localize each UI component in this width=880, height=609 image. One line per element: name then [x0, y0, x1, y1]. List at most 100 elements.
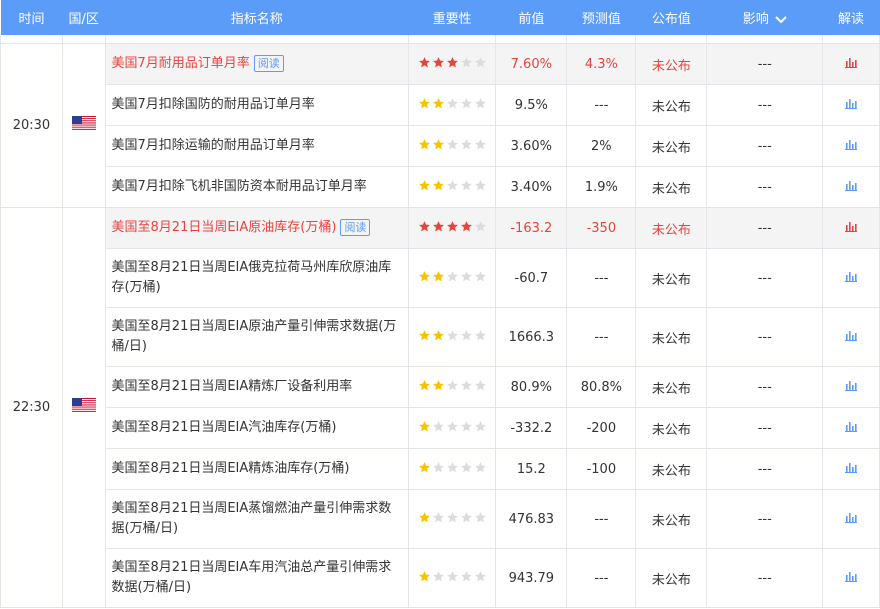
star-filled-icon	[418, 329, 430, 340]
previous-value: 476.83	[495, 489, 568, 549]
previous-value: -332.2	[495, 407, 568, 449]
interpret-cell[interactable]	[822, 407, 880, 449]
star-empty-icon	[474, 179, 486, 190]
indicator-name[interactable]: 美国至8月21日当周EIA汽油库存(万桶)	[112, 420, 337, 435]
star-empty-icon	[446, 138, 458, 149]
indicator-name-cell[interactable]: 美国7月扣除飞机非国防资本耐用品订单月率	[104, 166, 410, 208]
spacer-row	[0, 35, 880, 44]
chevron-down-icon[interactable]	[775, 15, 787, 24]
interpret-cell[interactable]	[822, 307, 880, 367]
star-filled-icon	[418, 461, 430, 472]
indicator-name-cell[interactable]: 美国至8月21日当周EIA蒸馏燃油产量引伸需求数据(万桶/日)	[104, 489, 410, 549]
bar-chart-icon[interactable]	[845, 271, 858, 282]
forecast-value: 2%	[566, 125, 637, 167]
star-filled-icon	[418, 270, 430, 281]
indicator-name[interactable]: 美国至8月21日当周EIA精炼厂设备利用率	[112, 379, 353, 394]
indicator-name[interactable]: 美国至8月21日当周EIA俄克拉荷马州库欣原油库存(万桶)	[112, 260, 392, 295]
actual-value: 未公布	[635, 248, 708, 308]
indicator-name-cell[interactable]: 美国至8月21日当周EIA原油库存(万桶) 阅读	[104, 207, 410, 249]
indicator-name-cell[interactable]: 美国至8月21日当周EIA精炼厂设备利用率	[104, 366, 410, 408]
actual-value: 未公布	[635, 166, 708, 208]
star-empty-icon	[474, 420, 486, 431]
indicator-name-cell[interactable]: 美国至8月21日当周EIA俄克拉荷马州库欣原油库存(万桶)	[104, 248, 410, 308]
importance-stars	[418, 379, 487, 392]
indicator-name-cell[interactable]: 美国7月耐用品订单月率 阅读	[104, 43, 410, 85]
interpret-cell[interactable]	[822, 448, 880, 490]
table-row: 美国至8月21日当周EIA精炼厂设备利用率 80.9% 80.8% 未公布 ---	[1, 366, 880, 408]
star-empty-icon	[446, 379, 458, 390]
interpret-cell[interactable]	[822, 43, 880, 85]
star-empty-icon	[460, 511, 472, 522]
actual-value: 未公布	[635, 84, 708, 126]
interpret-cell[interactable]	[822, 548, 880, 608]
interpret-cell[interactable]	[822, 84, 880, 126]
indicator-name[interactable]: 美国7月扣除运输的耐用品订单月率	[112, 138, 315, 153]
indicator-name[interactable]: 美国至8月21日当周EIA车用汽油总产量引伸需求数据(万桶/日)	[112, 560, 392, 595]
indicator-name-cell[interactable]: 美国7月扣除国防的耐用品订单月率	[104, 84, 410, 126]
star-empty-icon	[460, 329, 472, 340]
bar-chart-icon[interactable]	[845, 380, 858, 391]
bar-chart-icon[interactable]	[845, 98, 858, 109]
indicator-name-cell[interactable]: 美国7月扣除运输的耐用品订单月率	[104, 125, 410, 167]
read-button[interactable]: 阅读	[340, 219, 371, 236]
indicator-name-cell[interactable]: 美国至8月21日当周EIA车用汽油总产量引伸需求数据(万桶/日)	[104, 548, 410, 608]
indicator-name[interactable]: 美国至8月21日当周EIA原油产量引伸需求数据(万桶/日)	[112, 319, 397, 354]
interpret-cell[interactable]	[822, 366, 880, 408]
bar-chart-icon[interactable]	[845, 421, 858, 432]
interpret-cell[interactable]	[822, 166, 880, 208]
header-impact[interactable]: 影响	[706, 0, 823, 35]
bar-chart-icon[interactable]	[845, 512, 858, 523]
indicator-name[interactable]: 美国至8月21日当周EIA原油库存(万桶)	[112, 220, 337, 235]
forecast-value: 4.3%	[566, 43, 637, 85]
importance-stars-cell	[408, 448, 497, 490]
header-previous: 前值	[495, 0, 567, 35]
bar-chart-icon[interactable]	[845, 139, 858, 150]
time-cell: 22:30	[0, 207, 63, 608]
impact-value: ---	[706, 448, 824, 490]
importance-stars	[418, 420, 487, 433]
star-empty-icon	[474, 97, 486, 108]
previous-value: 3.60%	[495, 125, 568, 167]
star-empty-icon	[474, 329, 486, 340]
star-filled-icon	[432, 329, 444, 340]
bar-chart-icon[interactable]	[845, 57, 858, 68]
actual-value: 未公布	[635, 43, 708, 85]
actual-value: 未公布	[635, 548, 708, 608]
impact-value: ---	[706, 248, 824, 308]
indicator-name-cell[interactable]: 美国至8月21日当周EIA精炼油库存(万桶)	[104, 448, 410, 490]
star-filled-icon	[418, 138, 430, 149]
star-filled-icon	[418, 570, 430, 581]
bar-chart-icon[interactable]	[845, 330, 858, 341]
interpret-cell[interactable]	[822, 248, 880, 308]
indicator-name-cell[interactable]: 美国至8月21日当周EIA原油产量引伸需求数据(万桶/日)	[104, 307, 410, 367]
star-empty-icon	[432, 461, 444, 472]
country-cell	[61, 43, 106, 208]
table-row: 美国7月扣除运输的耐用品订单月率 3.60% 2% 未公布 ---	[1, 125, 880, 167]
indicator-name[interactable]: 美国7月耐用品订单月率	[112, 56, 250, 71]
table-row: 美国至8月21日当周EIA俄克拉荷马州库欣原油库存(万桶) -60.7 --- 未公布…	[1, 248, 880, 308]
importance-stars	[418, 461, 487, 474]
interpret-cell[interactable]	[822, 207, 880, 249]
header-indicator: 指标名称	[105, 0, 409, 35]
read-button[interactable]: 阅读	[253, 55, 284, 72]
interpret-cell[interactable]	[822, 489, 880, 549]
importance-stars	[418, 179, 487, 192]
previous-value: 943.79	[495, 548, 568, 608]
bar-chart-icon[interactable]	[845, 221, 858, 232]
star-empty-icon	[460, 138, 472, 149]
star-empty-icon	[432, 570, 444, 581]
importance-stars	[418, 56, 487, 69]
star-empty-icon	[432, 420, 444, 431]
indicator-name[interactable]: 美国至8月21日当周EIA蒸馏燃油产量引伸需求数据(万桶/日)	[112, 501, 392, 536]
bar-chart-icon[interactable]	[845, 462, 858, 473]
previous-value: 1666.3	[495, 307, 568, 367]
indicator-name-cell[interactable]: 美国至8月21日当周EIA汽油库存(万桶)	[104, 407, 410, 449]
indicator-name[interactable]: 美国至8月21日当周EIA精炼油库存(万桶)	[112, 461, 350, 476]
forecast-value: -200	[566, 407, 637, 449]
forecast-value: ---	[566, 307, 637, 367]
bar-chart-icon[interactable]	[845, 571, 858, 582]
indicator-name[interactable]: 美国7月扣除飞机非国防资本耐用品订单月率	[112, 179, 367, 194]
interpret-cell[interactable]	[822, 125, 880, 167]
indicator-name[interactable]: 美国7月扣除国防的耐用品订单月率	[112, 97, 315, 112]
bar-chart-icon[interactable]	[845, 180, 858, 191]
